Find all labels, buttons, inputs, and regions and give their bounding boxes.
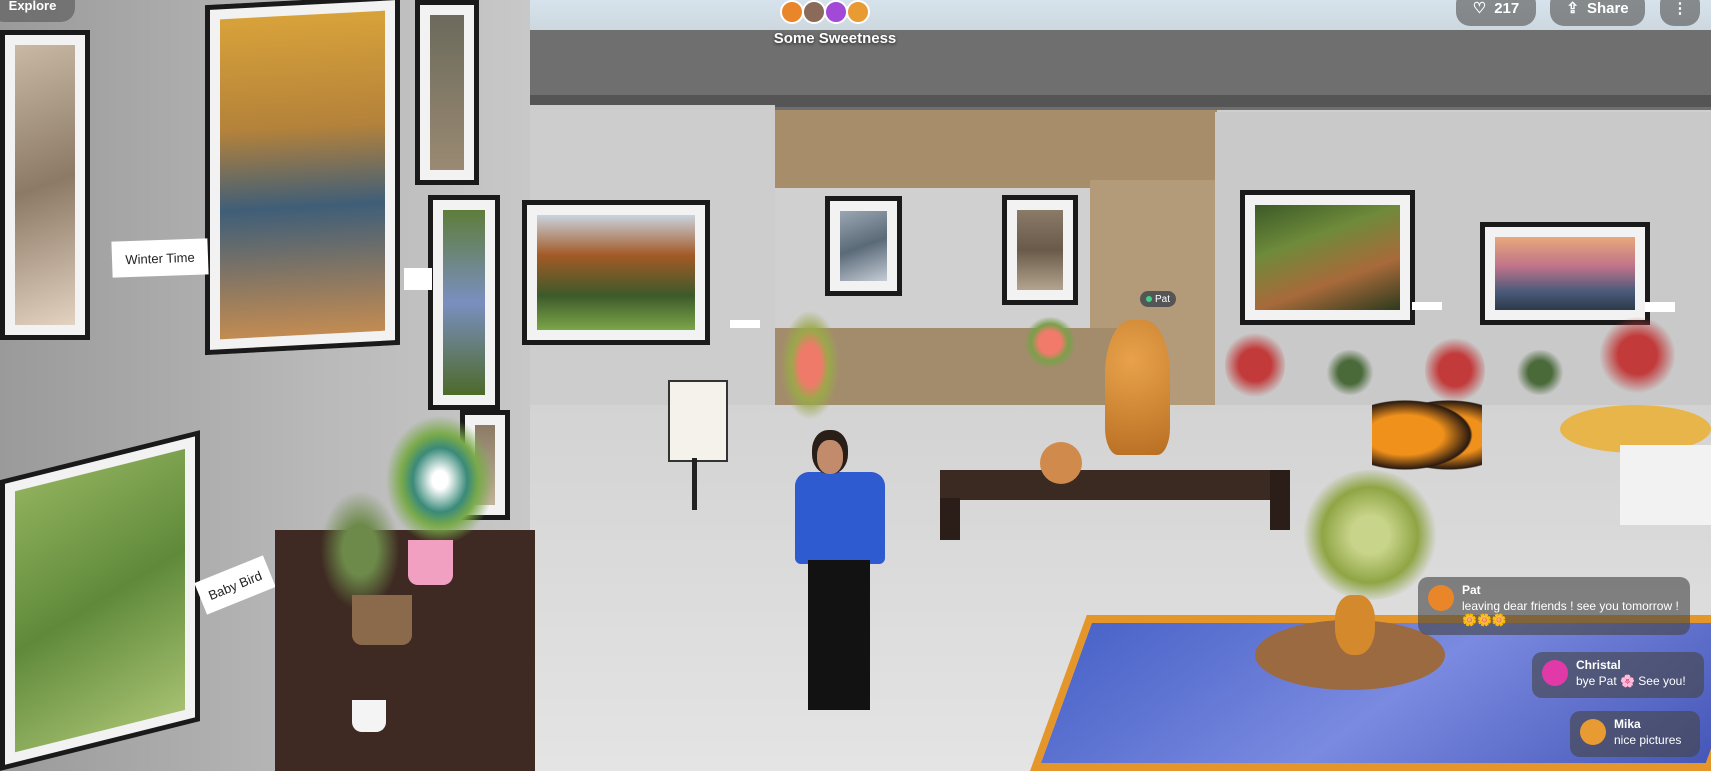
artwork-frame[interactable]: [1002, 195, 1078, 305]
butterfly-decoration[interactable]: [1372, 395, 1482, 475]
artwork-frame[interactable]: [205, 0, 400, 356]
bench[interactable]: [940, 470, 1270, 500]
chat-avatar[interactable]: [1580, 719, 1606, 745]
artwork-image: [1495, 237, 1635, 310]
more-icon: ⋮: [1672, 0, 1688, 17]
bonsai-plant[interactable]: [1515, 350, 1565, 395]
artwork-label-winter-time: Winter Time: [111, 238, 209, 278]
participant-avatar[interactable]: [802, 0, 826, 24]
explore-button[interactable]: Explore: [0, 0, 75, 22]
participant-avatar[interactable]: [846, 0, 870, 24]
flower-pot: [408, 540, 453, 585]
wooden-shelf[interactable]: [275, 530, 535, 771]
bench-leg: [940, 498, 960, 540]
artwork-frame[interactable]: [522, 200, 710, 345]
artwork-frame[interactable]: [0, 430, 200, 771]
room-title: Some Sweetness: [773, 30, 897, 47]
artwork-frame[interactable]: [1240, 190, 1415, 325]
artwork-frame[interactable]: [428, 195, 500, 410]
chat-avatar[interactable]: [1542, 660, 1568, 686]
nametag-pat: Pat: [1140, 291, 1177, 307]
red-tree-plant[interactable]: [1225, 330, 1285, 400]
artwork-image: [220, 10, 385, 340]
artwork-image: [443, 210, 485, 395]
chat-author: Pat: [1462, 583, 1481, 597]
alcove-wood-ceiling: [772, 110, 1217, 188]
chat-text: bye Pat 🌸 See you!: [1576, 674, 1686, 688]
flower-plant[interactable]: [1025, 315, 1075, 370]
gallery-scene[interactable]: Winter Time Baby Bird Pat: [0, 0, 1711, 771]
artwork-image: [840, 211, 887, 281]
artwork-image: [430, 15, 464, 170]
share-icon: ⇪: [1566, 0, 1579, 17]
chat-text: nice pictures: [1614, 733, 1682, 747]
likes-count: 217: [1494, 0, 1520, 17]
artwork-image: [15, 45, 75, 325]
artwork-frame[interactable]: [1480, 222, 1650, 325]
bench-leg: [1270, 470, 1290, 530]
artwork-frame[interactable]: [0, 30, 90, 340]
small-pot: [352, 700, 386, 732]
plant-pot: [352, 595, 412, 645]
participant-avatar[interactable]: [780, 0, 804, 24]
artwork-image: [15, 448, 185, 753]
bonsai-plant[interactable]: [1325, 350, 1375, 395]
chat-text: leaving dear friends ! see you tomorrow …: [1462, 599, 1679, 613]
artwork-frame[interactable]: [415, 0, 479, 185]
room-participants[interactable]: [780, 0, 892, 24]
artwork-label: [1412, 302, 1442, 310]
kitten-figure[interactable]: [1040, 442, 1082, 484]
player-avatar-legs: [808, 560, 870, 710]
chat-emoji: 🌼🌼🌼: [1462, 613, 1507, 627]
participant-avatar[interactable]: [824, 0, 848, 24]
flower-plant[interactable]: [780, 310, 840, 420]
chat-author: Mika: [1614, 717, 1641, 731]
chat-author: Christal: [1576, 658, 1621, 672]
white-sofa[interactable]: [1620, 445, 1711, 525]
red-tree-plant[interactable]: [1600, 315, 1675, 395]
share-label: Share: [1586, 0, 1629, 17]
sign-post: [692, 458, 697, 510]
heart-icon: ♡: [1472, 0, 1487, 17]
chat-message: Christal bye Pat 🌸 See you!: [1532, 652, 1704, 698]
like-button[interactable]: ♡ 217: [1456, 0, 1536, 26]
potted-plant[interactable]: [320, 490, 400, 610]
vase: [1335, 595, 1375, 655]
artwork-frame[interactable]: [825, 196, 902, 296]
artwork-label: [404, 268, 432, 290]
flower-plant[interactable]: [385, 415, 495, 545]
artwork-image: [1255, 205, 1400, 310]
chat-message: Mika nice pictures: [1570, 711, 1700, 757]
online-dot-icon: [1146, 296, 1152, 302]
player-avatar-body[interactable]: [795, 472, 885, 564]
gallery-sign[interactable]: [668, 380, 728, 462]
artwork-label: [1645, 302, 1675, 312]
artwork-label: [730, 320, 760, 328]
more-button[interactable]: ⋮: [1660, 0, 1700, 26]
explore-label: Explore: [8, 0, 57, 13]
player-avatar-face: [817, 440, 843, 474]
chat-message: Pat leaving dear friends ! see you tomor…: [1418, 577, 1690, 635]
artwork-image: [537, 215, 695, 330]
chat-avatar[interactable]: [1428, 585, 1454, 611]
nametag-label: Pat: [1155, 293, 1171, 305]
cat-avatar-pat[interactable]: [1105, 320, 1170, 455]
share-button[interactable]: ⇪ Share: [1550, 0, 1645, 26]
artwork-image: [1017, 210, 1063, 290]
